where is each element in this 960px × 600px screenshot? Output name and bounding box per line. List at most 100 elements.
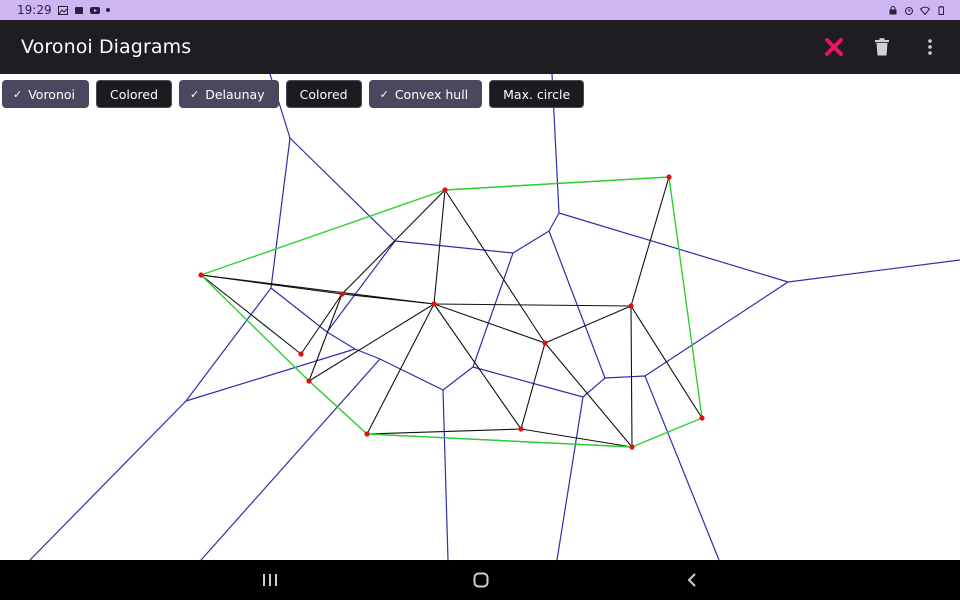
toggle-toolbar: ✓ Voronoi Colored ✓ Delaunay Colored ✓ C… (2, 80, 585, 108)
delaunay-edge (544, 305, 632, 344)
voronoi-edge (472, 252, 514, 368)
voronoi-ray (644, 375, 720, 560)
toggle-label: Colored (110, 86, 159, 102)
status-right (888, 5, 946, 15)
back-icon (687, 573, 696, 587)
status-time: 19:29 (17, 3, 52, 17)
voronoi-edge (185, 287, 272, 402)
diagram-svg[interactable] (0, 74, 960, 560)
status-bar: 19:29 (0, 0, 960, 20)
battery-icon (938, 5, 944, 15)
hull-edge (308, 380, 368, 435)
delaunay-edge (300, 293, 343, 355)
site-point[interactable] (431, 301, 437, 307)
toggle-label: Delaunay (205, 86, 265, 102)
recents-button[interactable] (250, 568, 290, 592)
app-bar: Voronoi Diagrams (0, 20, 960, 74)
delaunay-edge (433, 303, 522, 430)
hull-edge (631, 417, 703, 448)
site-point[interactable] (364, 431, 370, 437)
delaunay-layer (200, 176, 703, 448)
site-point[interactable] (339, 291, 345, 297)
voronoi-canvas[interactable] (0, 74, 960, 560)
voronoi-edge (379, 358, 444, 391)
delaunay-edge (444, 189, 546, 344)
check-icon: ✓ (13, 87, 23, 101)
status-left: 19:29 (17, 3, 110, 17)
hull-layer (200, 176, 703, 448)
home-button[interactable] (461, 568, 501, 592)
delaunay-edge (433, 303, 632, 307)
voronoi-edge (185, 348, 356, 402)
more-vert-icon (928, 39, 932, 55)
site-point[interactable] (298, 351, 304, 357)
voronoi-edge (442, 366, 474, 391)
site-point[interactable] (306, 378, 312, 384)
lock-icon (889, 5, 897, 14)
check-icon: ✓ (190, 87, 200, 101)
dot-icon (105, 8, 110, 12)
voronoi-edge (326, 240, 396, 333)
hull-edge (668, 176, 703, 419)
voronoi-edge (604, 375, 646, 379)
site-point[interactable] (629, 444, 635, 450)
voronoi-ray (29, 400, 187, 560)
voronoi-edge (548, 230, 606, 379)
delete-button[interactable] (866, 31, 898, 63)
app-title: Voronoi Diagrams (21, 36, 192, 58)
site-point[interactable] (198, 272, 204, 278)
site-layer (198, 174, 705, 450)
message-icon (74, 6, 83, 14)
voronoi-edge (548, 212, 560, 232)
voronoi-edge (326, 331, 356, 350)
voronoi-edge (270, 137, 291, 289)
back-button[interactable] (672, 568, 712, 592)
site-point[interactable] (442, 187, 448, 193)
delaunay-edge (544, 342, 633, 448)
toggle-convex-hull[interactable]: ✓ Convex hull (368, 80, 483, 108)
youtube-icon (89, 6, 100, 14)
voronoi-edge (558, 212, 789, 283)
home-icon (473, 572, 489, 588)
site-point[interactable] (542, 340, 548, 346)
nav-bar (0, 560, 960, 600)
delaunay-edge (366, 303, 435, 435)
voronoi-edge (512, 230, 550, 254)
toggle-label: Max. circle (503, 86, 571, 102)
site-point[interactable] (628, 303, 634, 309)
delaunay-edge (341, 293, 435, 305)
delaunay-edge (630, 305, 633, 448)
alarm-icon (905, 6, 913, 15)
delaunay-edge (630, 176, 670, 307)
toggle-max-circle[interactable]: Max. circle (489, 80, 585, 108)
voronoi-layer (29, 74, 960, 560)
toggle-voronoi-colored[interactable]: Colored (96, 80, 173, 108)
delaunay-edge (630, 305, 703, 419)
voronoi-edge (472, 366, 584, 398)
hull-edge (200, 274, 310, 382)
site-point[interactable] (666, 174, 672, 180)
voronoi-ray (787, 259, 960, 283)
more-button[interactable] (914, 31, 946, 63)
recents-icon (263, 574, 277, 586)
wifi-icon (920, 6, 930, 15)
image-icon (57, 5, 68, 15)
toggle-label: Colored (299, 86, 348, 102)
app-actions (818, 31, 946, 63)
toggle-delaunay[interactable]: ✓ Delaunay (179, 80, 279, 108)
voronoi-edge (270, 287, 328, 333)
voronoi-edge (394, 240, 514, 254)
trash-icon (875, 38, 889, 56)
voronoi-ray (200, 358, 381, 560)
site-point[interactable] (518, 426, 524, 432)
toggle-voronoi[interactable]: ✓ Voronoi (2, 80, 90, 108)
toggle-delaunay-colored[interactable]: Colored (285, 80, 362, 108)
site-point[interactable] (699, 415, 705, 421)
voronoi-ray (556, 396, 584, 560)
voronoi-ray (442, 389, 449, 560)
hull-edge (200, 189, 446, 276)
delaunay-edge (341, 189, 446, 295)
toggle-label: Convex hull (394, 86, 469, 102)
clear-button[interactable] (818, 31, 850, 63)
close-icon (825, 38, 843, 56)
